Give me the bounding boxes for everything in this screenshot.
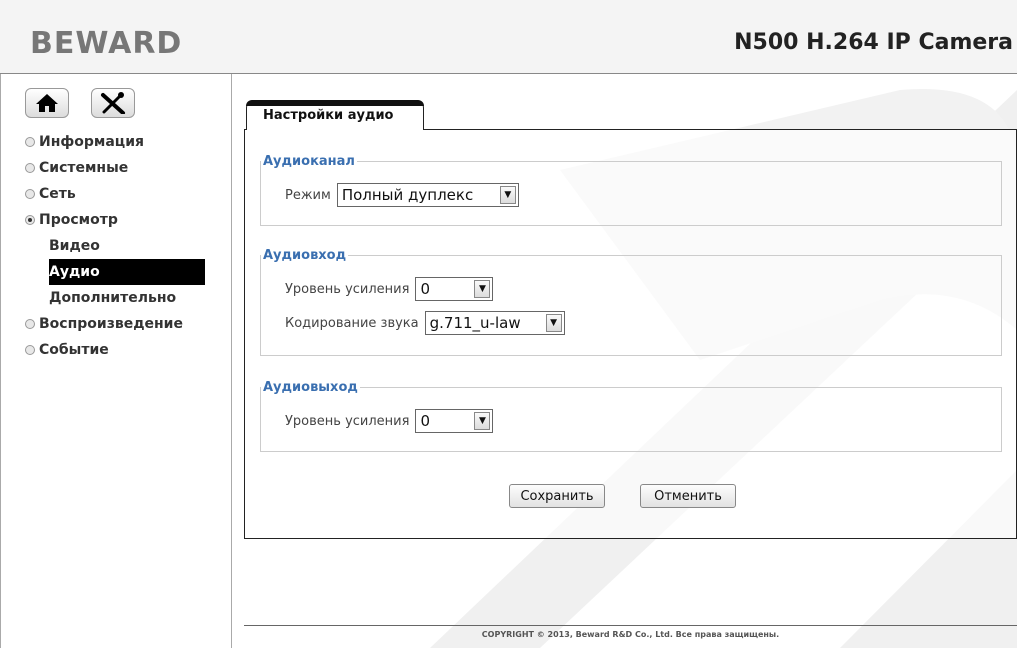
sidebar-item-info[interactable]: Информация bbox=[25, 129, 205, 155]
sidebar-item-label: Сеть bbox=[39, 186, 76, 202]
chevron-down-icon[interactable]: ▼ bbox=[499, 186, 516, 204]
tools-button[interactable] bbox=[91, 88, 135, 118]
codec-row: Кодирование звука g.711_u-law ▼ bbox=[285, 311, 565, 335]
bullet-icon bbox=[25, 163, 35, 173]
codec-select[interactable]: g.711_u-law ▼ bbox=[424, 311, 565, 335]
footer-copyright: COPYRIGHT © 2013, Beward R&D Co., Ltd. В… bbox=[481, 630, 780, 639]
tab-audio-settings[interactable]: Настройки аудио bbox=[246, 100, 424, 130]
tab-label: Настройки аудио bbox=[263, 108, 394, 123]
sidebar-subitem-label: Дополнительно bbox=[49, 290, 177, 306]
save-button[interactable]: Сохранить bbox=[509, 484, 605, 508]
mode-row: Режим Полный дуплекс ▼ bbox=[285, 183, 519, 207]
audio-settings-panel: Аудиоканал Режим Полный дуплекс ▼ Аудиов… bbox=[244, 129, 1017, 539]
group-legend: Аудиовход bbox=[263, 248, 347, 263]
gain-in-row: Уровень усиления 0 ▼ bbox=[285, 277, 494, 301]
product-title: N500 H.264 IP Camera bbox=[734, 30, 1013, 55]
sidebar-subitem-label: Аудио bbox=[49, 264, 100, 280]
chevron-down-icon[interactable]: ▼ bbox=[474, 412, 491, 430]
nav-menu: Информация Системные Сеть Просмотр Видео… bbox=[25, 129, 205, 363]
audio-out-group: Аудиовыход Уровень усиления 0 ▼ bbox=[260, 380, 1002, 452]
gain-in-select[interactable]: 0 ▼ bbox=[415, 277, 494, 301]
codec-label: Кодирование звука bbox=[285, 315, 419, 331]
gain-out-value: 0 bbox=[420, 412, 430, 430]
audio-in-group: Аудиовход Уровень усиления 0 ▼ Кодирован… bbox=[260, 248, 1002, 356]
chevron-down-icon[interactable]: ▼ bbox=[545, 314, 562, 332]
sidebar-subitem-video[interactable]: Видео bbox=[25, 233, 205, 259]
gain-in-label: Уровень усиления bbox=[285, 281, 410, 297]
chevron-down-icon[interactable]: ▼ bbox=[474, 280, 491, 298]
sidebar-item-label: Информация bbox=[39, 134, 144, 150]
footer-divider bbox=[244, 625, 1017, 626]
group-legend: Аудиовыход bbox=[263, 380, 358, 395]
mode-value: Полный дуплекс bbox=[341, 186, 474, 204]
group-legend: Аудиоканал bbox=[263, 154, 355, 169]
expanded-bullet-icon bbox=[25, 215, 35, 225]
brand-logo: BEWARD bbox=[30, 26, 183, 61]
home-icon bbox=[36, 94, 58, 112]
sidebar-subitem-advanced[interactable]: Дополнительно bbox=[25, 285, 205, 311]
sidebar-item-label: Просмотр bbox=[39, 212, 118, 228]
page-header: BEWARD N500 H.264 IP Camera bbox=[0, 0, 1017, 74]
sidebar-item-network[interactable]: Сеть bbox=[25, 181, 205, 207]
gain-out-row: Уровень усиления 0 ▼ bbox=[285, 409, 494, 433]
sidebar-item-system[interactable]: Системные bbox=[25, 155, 205, 181]
sidebar-subitem-audio[interactable]: Аудио bbox=[49, 259, 205, 285]
sidebar-item-playback[interactable]: Воспроизведение bbox=[25, 311, 205, 337]
sidebar-item-event[interactable]: Событие bbox=[25, 337, 205, 363]
mode-label: Режим bbox=[285, 187, 331, 203]
gain-in-value: 0 bbox=[420, 280, 430, 298]
sidebar: Информация Системные Сеть Просмотр Видео… bbox=[0, 74, 232, 648]
home-button[interactable] bbox=[25, 88, 69, 118]
sidebar-subitem-label: Видео bbox=[49, 238, 100, 254]
bullet-icon bbox=[25, 137, 35, 147]
mode-select[interactable]: Полный дуплекс ▼ bbox=[336, 183, 519, 207]
sidebar-item-label: Системные bbox=[39, 160, 129, 176]
cancel-button[interactable]: Отменить bbox=[640, 484, 736, 508]
sidebar-item-view[interactable]: Просмотр bbox=[25, 207, 205, 233]
gain-out-label: Уровень усиления bbox=[285, 413, 410, 429]
bullet-icon bbox=[25, 345, 35, 355]
audio-channel-group: Аудиоканал Режим Полный дуплекс ▼ bbox=[260, 154, 1002, 226]
sidebar-item-label: Событие bbox=[39, 342, 109, 358]
sidebar-item-label: Воспроизведение bbox=[39, 316, 183, 332]
codec-value: g.711_u-law bbox=[429, 314, 521, 332]
bullet-icon bbox=[25, 189, 35, 199]
bullet-icon bbox=[25, 319, 35, 329]
gain-out-select[interactable]: 0 ▼ bbox=[415, 409, 494, 433]
tools-icon bbox=[101, 92, 125, 114]
